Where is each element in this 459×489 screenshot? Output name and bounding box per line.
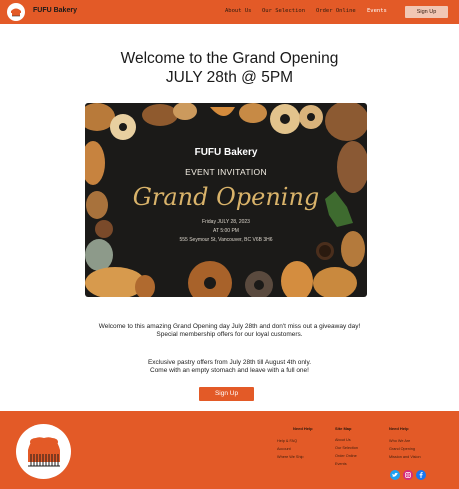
intro-line-2: Special membership offers for our loyal …	[156, 331, 303, 338]
footer-heading-site-map: Site Map	[335, 426, 352, 431]
nav-our-selection[interactable]: Our Selection	[262, 8, 305, 14]
bakery-logo-icon[interactable]	[7, 3, 25, 21]
footer-link-account[interactable]: Account	[277, 447, 291, 451]
page-subtitle: JULY 28th @ 5PM	[165, 69, 294, 86]
signup-button[interactable]: Sign Up	[199, 387, 254, 401]
nav-order-online[interactable]: Order Online	[316, 8, 356, 14]
header-signup-button[interactable]: Sign Up	[405, 6, 448, 18]
footer-heading-need-help-2: Need Help	[389, 426, 409, 431]
offer-line-2: Come with an empty stomach and leave wit…	[150, 367, 309, 374]
footer-link-our-selection[interactable]: Our Selection	[335, 446, 358, 450]
invitation-image: FUFU Bakery EVENT INVITATION Grand Openi…	[85, 103, 367, 297]
brand-name[interactable]: FUFU Bakery	[33, 7, 77, 14]
top-navbar: FUFU Bakery About Us Our Selection Order…	[0, 0, 459, 24]
footer-link-events[interactable]: Events	[335, 462, 347, 466]
offer-line-1: Exclusive pastry offers from July 28th t…	[147, 359, 312, 366]
footer: Need Help Help & FAQ Account Where We Sh…	[0, 411, 459, 489]
invitation-time: AT 5:00 PM	[213, 228, 239, 234]
invitation-date: Friday JULY 28, 2023	[202, 219, 250, 225]
page-title: Welcome to the Grand Opening	[120, 50, 339, 67]
intro-line-1: Welcome to this amazing Grand Opening da…	[98, 323, 361, 330]
invitation-address: 555 Seymour St, Vancouver, BC V6B 3H6	[179, 237, 273, 243]
invitation-heading: EVENT INVITATION	[185, 167, 267, 177]
footer-link-mission-vision[interactable]: Mission and Vision	[389, 455, 421, 459]
instagram-icon[interactable]	[403, 470, 413, 480]
footer-link-help-faq[interactable]: Help & FAQ	[277, 439, 297, 443]
nav-events[interactable]: Events	[367, 8, 387, 14]
twitter-icon[interactable]	[390, 470, 400, 480]
footer-heading-need-help: Need Help	[293, 426, 313, 431]
footer-link-who-we-are[interactable]: Who We Are	[389, 439, 410, 443]
footer-link-order-online[interactable]: Order Online	[335, 454, 357, 458]
footer-link-about-us[interactable]: About Us	[335, 438, 351, 442]
footer-link-grand-opening[interactable]: Grand Opening	[389, 447, 415, 451]
footer-link-where-we-ship[interactable]: Where We Ship	[277, 455, 304, 459]
footer-logo-icon[interactable]	[16, 424, 71, 479]
facebook-icon[interactable]	[416, 470, 426, 480]
invitation-script-title: Grand Opening	[132, 183, 320, 211]
nav-about-us[interactable]: About Us	[225, 8, 252, 14]
invitation-brand: FUFU Bakery	[194, 147, 258, 158]
